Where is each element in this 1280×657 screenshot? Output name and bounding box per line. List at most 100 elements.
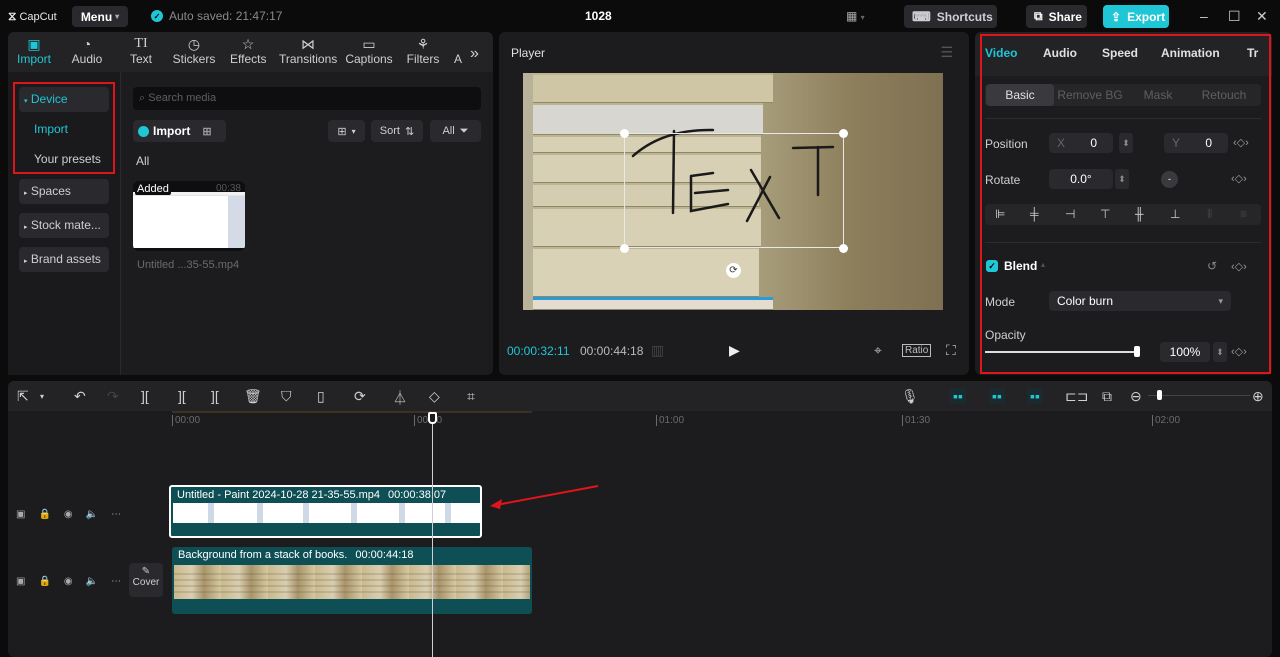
added-badge: Added — [135, 183, 171, 195]
split-icon[interactable]: ][ — [141, 388, 149, 404]
more-tabs-icon[interactable]: » — [470, 45, 479, 63]
mirror-icon[interactable]: ⏃ — [393, 388, 407, 408]
selection-box[interactable] — [624, 133, 844, 248]
crop-icon[interactable]: ⌗ — [467, 388, 475, 405]
zoom-fit-timeline-icon[interactable]: ⧉ — [1102, 388, 1112, 405]
fullscreen-icon[interactable]: ⛶ — [946, 342, 956, 359]
ruler-tick: 02:00 — [1152, 415, 1180, 426]
timeline-zoom-slider[interactable] — [1148, 395, 1250, 396]
search-media-input[interactable]: ⌕ Search media — [133, 87, 481, 110]
tab-import[interactable]: ▣ Import — [16, 36, 52, 66]
annotation-arrow — [490, 485, 599, 509]
export-button[interactable]: ⇪ Export — [1103, 5, 1169, 28]
resize-handle[interactable] — [839, 244, 848, 253]
menu-label: Menu — [80, 9, 113, 24]
share-icon: ⧉ — [1034, 9, 1043, 23]
menu-button[interactable]: Menu ▾ — [72, 6, 128, 27]
video-preview[interactable]: ⟳ — [523, 73, 943, 310]
resize-handle[interactable] — [839, 129, 848, 138]
import-button[interactable]: Import ⊞ — [133, 120, 226, 142]
ruler-tick: 00:00 — [172, 415, 200, 426]
clip-duration: 00:00:38:07 — [386, 489, 449, 501]
audio-mute-icon[interactable]: 🔈 — [86, 509, 98, 520]
timeline-ruler[interactable]: 00:00 00:30 01:00 01:30 02:00 — [8, 411, 1272, 429]
rotate-icon[interactable]: ◇ — [429, 388, 440, 405]
zoom-in-icon[interactable]: ⊕ — [1252, 388, 1264, 405]
main-track-magnet-icon[interactable]: ▪▪ — [950, 388, 966, 404]
ruler-tick: 01:00 — [656, 415, 684, 426]
eye-icon[interactable]: ◉ — [64, 576, 73, 587]
filter-button[interactable]: All ⏷ — [430, 120, 481, 142]
tab-effects[interactable]: ☆ Effects — [230, 36, 266, 66]
tab-captions[interactable]: ▭ Captions — [344, 36, 394, 66]
share-button[interactable]: ⧉ Share — [1026, 5, 1087, 28]
linkage-icon[interactable]: ▪▪ — [1027, 388, 1043, 404]
layout-icon[interactable]: ▦ ▾ — [846, 9, 865, 23]
media-item[interactable]: Added 00:38 — [133, 181, 245, 251]
zoom-fit-icon[interactable]: ⌖ — [874, 342, 882, 359]
marker-icon[interactable]: ⛉ — [281, 388, 292, 405]
auto-snap-icon[interactable]: ▪▪ — [989, 388, 1005, 404]
current-time: 00:00:32:11 — [507, 344, 570, 358]
sidebar-item-brand[interactable]: ▸ Brand assets — [19, 247, 109, 272]
sidebar-label: Brand assets — [30, 252, 101, 266]
freeze-icon[interactable]: ▯ — [317, 388, 325, 405]
sidebar-item-stock[interactable]: ▸ Stock mate... — [19, 213, 109, 238]
qr-icon[interactable]: ⊞ — [202, 125, 211, 138]
undo-icon[interactable]: ↶ — [74, 388, 86, 405]
resize-handle[interactable] — [620, 244, 629, 253]
tab-stickers[interactable]: ◷ Stickers — [172, 36, 216, 66]
rotate-handle-icon[interactable]: ⟳ — [726, 263, 741, 278]
split-left-icon[interactable]: ][ — [178, 388, 186, 404]
delete-icon[interactable]: 🗑 — [244, 388, 262, 405]
shortcuts-label: Shortcuts — [936, 9, 993, 24]
audio-meter-icon: ▥ — [651, 342, 665, 358]
section-label: All — [136, 154, 150, 168]
ratio-button[interactable]: Ratio — [902, 344, 932, 357]
lock-icon[interactable]: 🔒 — [38, 576, 50, 587]
eye-icon[interactable]: ◉ — [64, 509, 73, 520]
more-icon[interactable]: ⋯ — [111, 509, 121, 520]
play-button[interactable]: ▶ — [729, 342, 740, 359]
autosave-text: Auto saved: 21:47:17 — [169, 9, 283, 23]
microphone-icon[interactable]: 🎙 — [901, 388, 919, 405]
edit-pencil-icon: ✎ — [141, 566, 151, 577]
cover-button[interactable]: ✎ Cover — [129, 563, 163, 597]
chevron-down-icon[interactable]: ▾ — [40, 392, 44, 401]
tab-audio[interactable]: ◔ Audio — [70, 36, 104, 66]
timeline-clip-main[interactable]: Background from a stack of books. 00:00:4… — [172, 547, 532, 614]
audio-mute-icon[interactable]: 🔈 — [86, 576, 98, 587]
lock-icon[interactable]: 🔒 — [38, 509, 50, 520]
playhead-line[interactable] — [432, 417, 433, 657]
tab-adjustment[interactable]: A — [452, 52, 464, 66]
track-video-icon[interactable]: ▣ — [16, 509, 25, 520]
shortcuts-button[interactable]: ⌨ Shortcuts — [904, 5, 997, 28]
resize-handle[interactable] — [620, 129, 629, 138]
track-video-icon[interactable]: ▣ — [16, 576, 25, 587]
timeline-toolbar: ⇱ ▾ ↶ ↷ ][ ][ ][ 🗑 ⛉ ▯ ⟳ ⏃ ◇ ⌗ 🎙 ▪▪ ▪▪ ▪… — [8, 381, 1272, 411]
sidebar-item-spaces[interactable]: ▸ Spaces — [19, 179, 109, 204]
maximize-icon[interactable]: ☐ — [1228, 8, 1241, 25]
tab-text[interactable]: TI Text — [128, 36, 154, 66]
clip-frames — [174, 565, 530, 599]
track-header: ▣ 🔒 ◉ 🔈 ⋯ — [8, 547, 125, 615]
redo-icon[interactable]: ↷ — [107, 388, 119, 405]
reverse-icon[interactable]: ⟳ — [354, 388, 366, 405]
select-tool-icon[interactable]: ⇱ — [17, 388, 29, 405]
preview-axis-icon[interactable]: ⊏⊐ — [1065, 388, 1088, 405]
close-icon[interactable]: ✕ — [1256, 8, 1268, 25]
more-icon[interactable]: ⋯ — [111, 576, 121, 587]
tab-filters[interactable]: ⚘ Filters — [406, 36, 440, 66]
filter-label: All — [442, 125, 455, 137]
timeline-clip-overlay[interactable]: Untitled - Paint 2024-10-28 21-35-55.mp4… — [169, 485, 482, 538]
player-menu-icon[interactable]: ☰ — [940, 44, 953, 61]
sort-button[interactable]: Sort ⇅ — [371, 120, 423, 142]
view-toggle-button[interactable]: ⊞ ▾ — [328, 120, 365, 142]
minimize-icon[interactable]: – — [1200, 8, 1208, 24]
zoom-out-icon[interactable]: ⊖ — [1130, 388, 1142, 405]
timeline-zoom-handle[interactable] — [1157, 390, 1162, 400]
tab-transitions[interactable]: ⋈ Transitions — [279, 36, 337, 66]
split-right-icon[interactable]: ][ — [211, 388, 219, 404]
project-title[interactable]: 1028 — [585, 9, 612, 23]
playhead-handle[interactable] — [428, 412, 437, 424]
